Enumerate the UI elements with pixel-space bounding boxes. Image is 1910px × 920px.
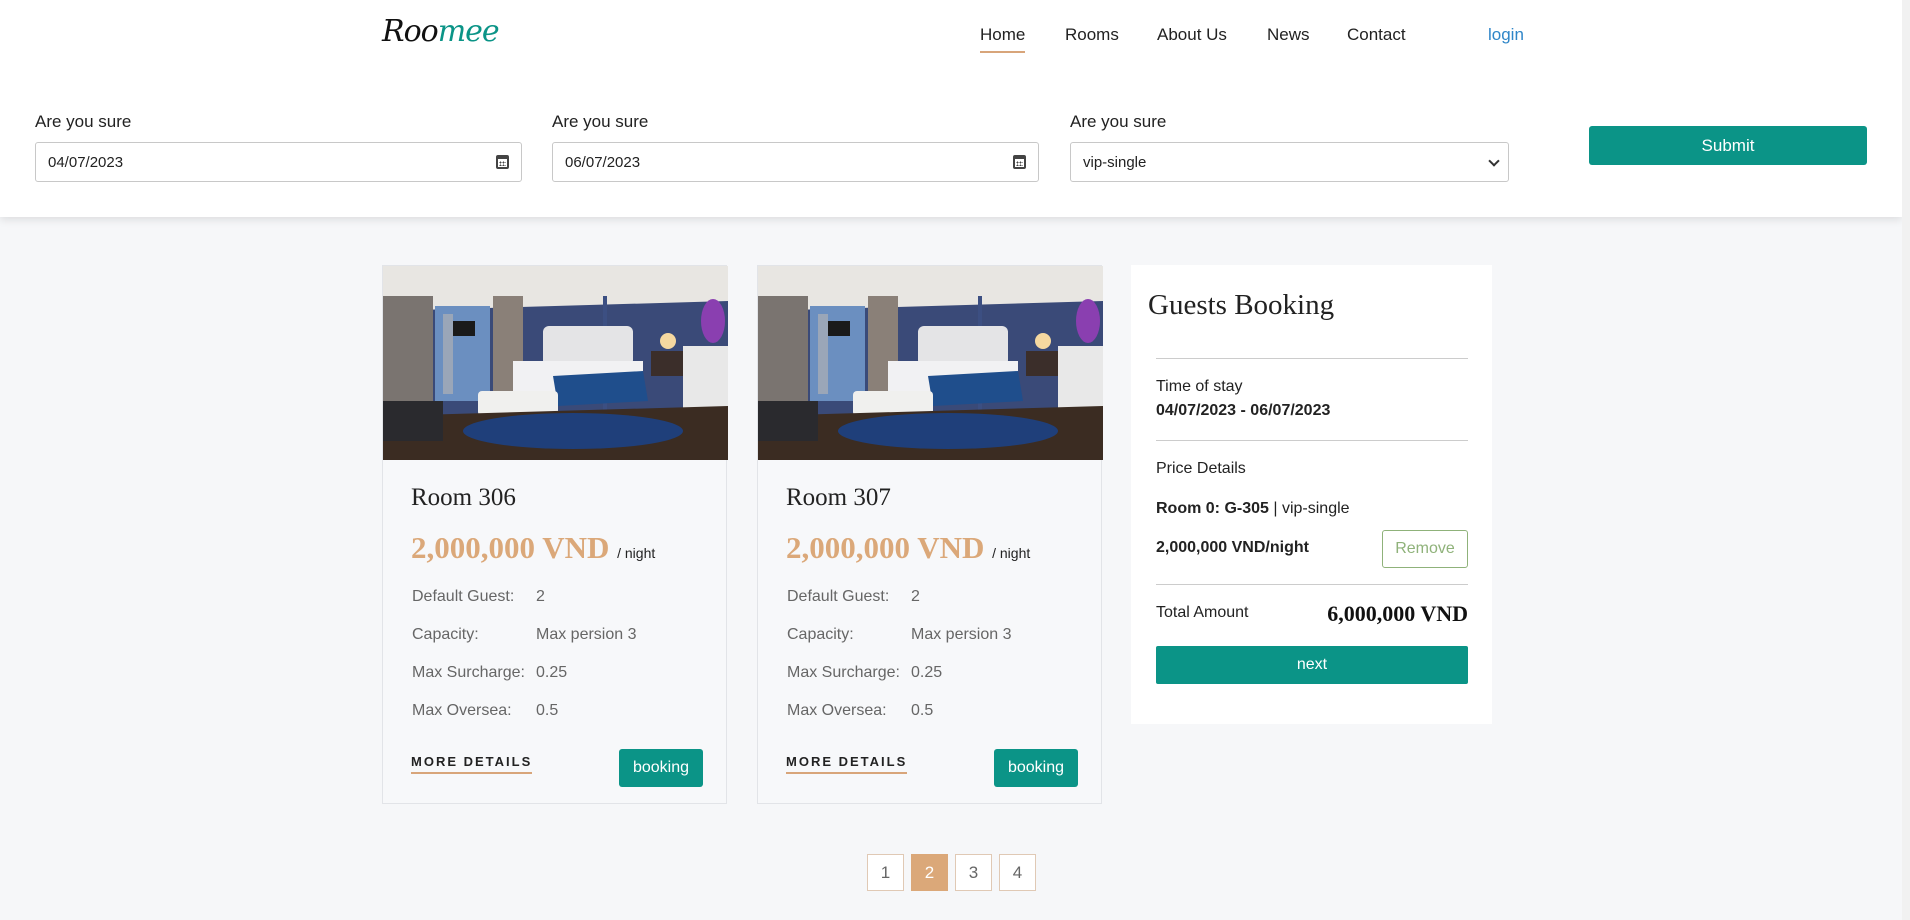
stay-dates: 04/07/2023 - 06/07/2023 <box>1156 402 1331 419</box>
spec-label: Max Surcharge: <box>787 664 900 681</box>
panel-title: Guests Booking <box>1148 289 1335 321</box>
price-details-label: Price Details <box>1156 460 1246 477</box>
scrollbar[interactable] <box>1902 0 1910 920</box>
room-photo <box>383 266 728 460</box>
nav-about-us[interactable]: About Us <box>1157 25 1227 45</box>
room-price: 2,000,000 VND / night <box>786 530 1031 565</box>
next-button[interactable]: next <box>1156 646 1468 684</box>
spec-value: 0.5 <box>911 702 934 719</box>
spec-label: Max Oversea: <box>412 702 512 719</box>
nav-home[interactable]: Home <box>980 25 1026 53</box>
nav-news[interactable]: News <box>1267 25 1310 45</box>
booking-button[interactable]: booking <box>994 749 1078 787</box>
spec-value: 2 <box>911 588 920 605</box>
page-3[interactable]: 3 <box>955 854 992 891</box>
room-price: 2,000,000 VND / night <box>411 530 656 565</box>
spec-value: Max persion 3 <box>536 626 637 643</box>
checkin-label: Are you sure <box>35 112 132 131</box>
room-title: Room 306 <box>411 484 516 511</box>
page-2[interactable]: 2 <box>911 854 948 891</box>
room-type-select[interactable]: vip-single <box>1070 142 1509 182</box>
logo[interactable]: Roomee <box>382 14 500 49</box>
divider <box>1156 584 1468 585</box>
login-link[interactable]: login <box>1488 25 1524 45</box>
submit-button[interactable]: Submit <box>1589 126 1867 165</box>
room-title: Room 307 <box>786 484 891 511</box>
stay-label: Time of stay <box>1156 378 1243 395</box>
spec-label: Max Oversea: <box>787 702 887 719</box>
more-details-link[interactable]: MORE DETAILS <box>786 754 908 774</box>
booked-room-line: Room 0: G-305 | vip-single <box>1156 500 1350 517</box>
total-amount-label: Total Amount <box>1156 604 1249 621</box>
checkin-date-field[interactable]: 04/07/2023 <box>35 142 522 182</box>
room-card: Room 307 2,000,000 VND / night Default G… <box>757 265 1103 804</box>
nav-rooms[interactable]: Rooms <box>1065 25 1119 45</box>
remove-button[interactable]: Remove <box>1382 530 1468 568</box>
spec-label: Default Guest: <box>412 588 515 605</box>
room-photo <box>758 266 1103 460</box>
calendar-icon[interactable] <box>496 155 509 169</box>
spec-value: 2 <box>536 588 545 605</box>
spec-value: 0.25 <box>911 664 943 681</box>
top-header <box>0 0 1902 217</box>
room-card: Room 306 2,000,000 VND / night Default G… <box>382 265 728 804</box>
checkout-date-field[interactable]: 06/07/2023 <box>552 142 1039 182</box>
guests-booking-panel: Guests Booking Time of stay 04/07/2023 -… <box>1131 265 1492 724</box>
page-1[interactable]: 1 <box>867 854 904 891</box>
chevron-down-icon <box>1488 155 1500 167</box>
spec-label: Capacity: <box>412 626 479 643</box>
page-4[interactable]: 4 <box>999 854 1036 891</box>
spec-label: Default Guest: <box>787 588 890 605</box>
spec-label: Capacity: <box>787 626 854 643</box>
divider <box>1156 440 1468 441</box>
booked-room-price: 2,000,000 VND/night <box>1156 539 1309 556</box>
more-details-link[interactable]: MORE DETAILS <box>411 754 533 774</box>
room-type-label: Are you sure <box>1070 112 1167 131</box>
spec-value: 0.25 <box>536 664 568 681</box>
calendar-icon[interactable] <box>1013 155 1026 169</box>
spec-value: Max persion 3 <box>911 626 1012 643</box>
total-amount-value: 6,000,000 VND <box>1327 601 1468 626</box>
spec-value: 0.5 <box>536 702 559 719</box>
nav-contact[interactable]: Contact <box>1347 25 1406 45</box>
spec-label: Max Surcharge: <box>412 664 525 681</box>
booking-button[interactable]: booking <box>619 749 703 787</box>
checkout-label: Are you sure <box>552 112 649 131</box>
divider <box>1156 358 1468 359</box>
